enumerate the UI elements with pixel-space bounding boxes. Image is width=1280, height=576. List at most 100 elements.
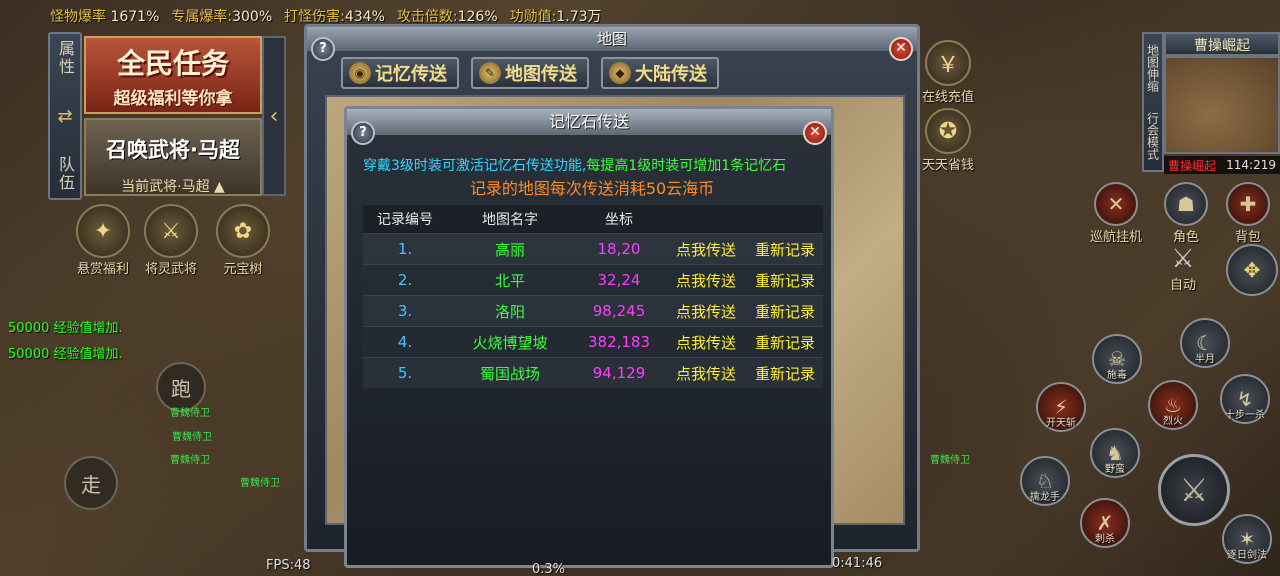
minimap-map-name: 曹操崛起 [1168, 158, 1217, 173]
tab-map-teleport[interactable]: ✎ 地图传送 [471, 57, 589, 89]
current-general: 当前武将·马超 ▲ [121, 179, 225, 195]
table-row: 2. 北平 32,24 点我传送 重新记录 [363, 264, 823, 295]
minimap-coords: 114:219 [1226, 158, 1276, 172]
fps-counter: FPS:48 [266, 558, 311, 573]
general-icon: ⚔ [144, 204, 198, 258]
swap-icon[interactable]: ⇄ [57, 106, 72, 127]
table-header: 记录编号 地图名字 坐标 [363, 205, 823, 233]
attack-button[interactable]: ⚔ [1158, 454, 1230, 526]
character-icon: ☗ [1164, 182, 1208, 226]
savings-shortcut[interactable]: ✪ 天天省钱 [922, 108, 974, 173]
auto-button[interactable]: ⚔ 自动 [1170, 244, 1196, 293]
map-window-title: 地图 [307, 27, 917, 51]
reward-icon: ✦ [76, 204, 130, 258]
teleport-button[interactable]: 点我传送 [665, 363, 747, 384]
stat-drop-rate: 怪物爆率 1671% [50, 9, 160, 25]
skill-dragon-hand[interactable]: ♘ 擒龙手 [1020, 456, 1070, 506]
teleport-button[interactable]: 点我传送 [665, 270, 747, 291]
stat-damage: 打怪伤害:434% [284, 9, 385, 25]
notice-line-1: 穿戴3级时装可激活记忆石传送功能,每提高1级时装可增加1条记忆石 [363, 158, 787, 174]
mob-name: 曹魏侍卫 [170, 455, 210, 466]
table-row: 4. 火烧博望坡 382,183 点我传送 重新记录 [363, 326, 823, 357]
savings-icon: ✪ [925, 108, 971, 154]
character-button[interactable]: ☗ 角色 [1164, 182, 1208, 245]
tree-icon: ✿ [216, 204, 270, 258]
summon-title: 召唤武将·马超 [106, 138, 240, 162]
skill-fire[interactable]: ♨ 烈火 [1148, 380, 1198, 430]
skill-tenstep[interactable]: ↯ 十步一杀 [1220, 374, 1270, 424]
header-name: 地图名字 [482, 212, 538, 228]
skill-barbarian[interactable]: ♞ 野蛮 [1090, 428, 1140, 478]
skill-halfmoon[interactable]: ☾ 半月 [1180, 318, 1230, 368]
tab-attributes[interactable]: 属性 [53, 40, 77, 76]
quest-subtitle: 超级福利等你拿 [113, 89, 233, 109]
tab-team[interactable]: 队伍 [53, 156, 77, 192]
skill-assassinate[interactable]: ✗ 刺杀 [1080, 498, 1130, 548]
scroll-icon: ✎ [479, 62, 501, 84]
recharge-icon: ￥ [925, 40, 971, 86]
help-icon[interactable]: ? [311, 37, 335, 61]
skill-heaven-slash[interactable]: ⚡ 开天斩 [1036, 382, 1086, 432]
help-icon[interactable]: ? [351, 121, 375, 145]
mob-name: 曹魏侍卫 [240, 478, 280, 489]
game-clock: 0:41:46 [832, 556, 883, 571]
memory-icon: ◉ [349, 62, 371, 84]
walk-button[interactable]: 走 [64, 456, 118, 510]
close-memory-button[interactable]: ✕ [803, 121, 827, 145]
memory-stone-window: 记忆石传送 ? ✕ 穿戴3级时装可激活记忆石传送功能,每提高1级时装可增加1条记… [344, 106, 834, 568]
teleport-button[interactable]: 点我传送 [665, 332, 747, 353]
memory-window-title: 记忆石传送 [347, 109, 831, 135]
minimap-side: 地图伸缩 行会模式 [1142, 32, 1164, 172]
exp-percent: 0.3% [532, 562, 566, 576]
quest-title: 全民任务 [116, 47, 229, 80]
stat-exclusive-drop: 专属爆率:300% [171, 9, 273, 25]
rerecord-button[interactable]: 重新记录 [747, 270, 823, 291]
sword-icon: ⚔ [1179, 471, 1209, 509]
auto-icon: ⚔ [1171, 244, 1195, 274]
tab-continent-teleport[interactable]: ◆ 大陆传送 [601, 57, 719, 89]
bag-button[interactable]: ✚ 背包 [1226, 182, 1270, 245]
top-stats-bar: 怪物爆率 1671% 专属爆率:300% 打怪伤害:434% 攻击倍数:126%… [50, 6, 602, 26]
stat-merit: 功勋值:1.73万 [509, 9, 602, 25]
left-icon-reward[interactable]: ✦ 悬赏福利 [76, 204, 130, 277]
guild-mode-toggle[interactable]: 行会模式 [1145, 112, 1162, 160]
notice-line-2: 记录的地图每次传送消耗50云海币 [469, 179, 715, 198]
header-coord: 坐标 [605, 212, 633, 228]
map-zoom-toggle[interactable]: 地图伸缩 [1145, 44, 1162, 92]
table-row: 3. 洛阳 98,245 点我传送 重新记录 [363, 295, 823, 326]
stat-attack-multiplier: 攻击倍数:126% [396, 9, 498, 25]
collapse-left-arrow-icon[interactable]: ‹ [262, 36, 286, 196]
summon-panel[interactable]: 召唤武将·马超 当前武将·马超 ▲ [84, 118, 262, 196]
teleport-button[interactable]: 点我传送 [665, 301, 747, 322]
skill-poison[interactable]: ☠ 施毒 [1092, 334, 1142, 384]
cruise-button[interactable]: ✕ 巡航挂机 [1090, 182, 1142, 245]
quest-banner[interactable]: 全民任务 超级福利等你拿 [84, 36, 262, 114]
record-list: 1. 高丽 18,20 点我传送 重新记录 2. 北平 32,24 点我传送 重… [363, 233, 823, 388]
table-row: 5. 蜀国战场 94,129 点我传送 重新记录 [363, 357, 823, 388]
minimap-coord-bar: 曹操崛起 114:219 [1164, 156, 1280, 174]
rerecord-button[interactable]: 重新记录 [747, 363, 823, 384]
header-no: 记录编号 [377, 212, 433, 228]
left-icon-tree[interactable]: ✿ 元宝树 [216, 204, 270, 277]
mob-name: 曹魏侍卫 [172, 432, 212, 443]
left-icon-general[interactable]: ⚔ 将灵武将 [144, 204, 198, 277]
map-tabs: ◉ 记忆传送 ✎ 地图传送 ◆ 大陆传送 [341, 57, 719, 89]
mob-name: 曹魏侍卫 [930, 455, 970, 466]
exp-message: 50000 经验值增加. [8, 321, 123, 336]
move-icon[interactable]: ✥ [1226, 244, 1278, 296]
minimap[interactable] [1164, 56, 1280, 154]
cruise-icon: ✕ [1094, 182, 1138, 226]
rerecord-button[interactable]: 重新记录 [747, 301, 823, 322]
mob-name: 曹魏侍卫 [170, 408, 210, 419]
rerecord-button[interactable]: 重新记录 [747, 332, 823, 353]
recharge-shortcut[interactable]: ￥ 在线充值 [922, 40, 974, 105]
exp-message: 50000 经验值增加. [8, 347, 123, 362]
close-map-button[interactable]: ✕ [889, 37, 913, 61]
teleport-button[interactable]: 点我传送 [665, 239, 747, 260]
minimap-title: 曹操崛起 [1164, 32, 1280, 56]
tab-memory-teleport[interactable]: ◉ 记忆传送 [341, 57, 459, 89]
rerecord-button[interactable]: 重新记录 [747, 239, 823, 260]
left-tab-bar: 属性 ⇄ 队伍 [48, 32, 82, 200]
bag-icon: ✚ [1226, 182, 1270, 226]
skill-sun-sword[interactable]: ✶ 逐日剑法 [1222, 514, 1272, 564]
